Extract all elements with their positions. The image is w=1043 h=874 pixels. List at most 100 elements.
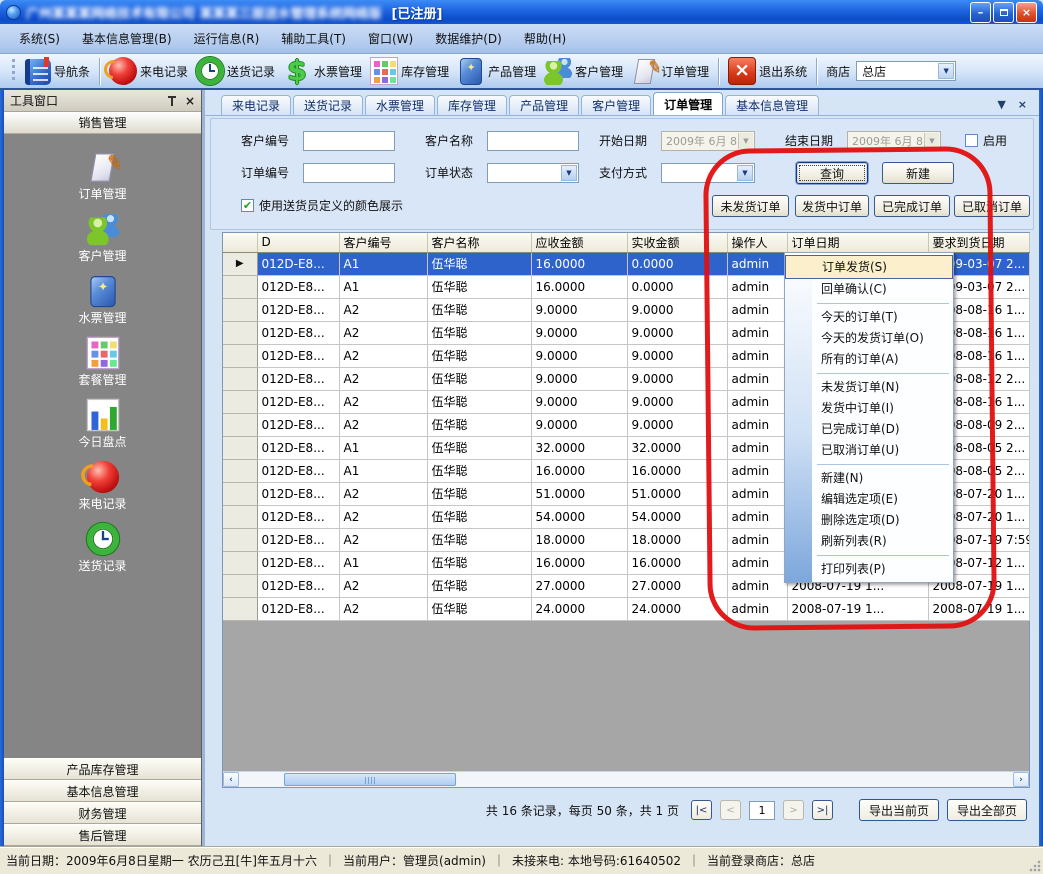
- row-selector-cell[interactable]: [223, 459, 257, 482]
- toolbar-button-people[interactable]: 客户管理: [540, 55, 627, 87]
- menu-item[interactable]: 帮助(H): [513, 27, 577, 50]
- sidebar-item-套餐管理[interactable]: 套餐管理: [4, 332, 201, 394]
- column-header[interactable]: 实收金额: [627, 233, 727, 252]
- toolbar-button-clock[interactable]: 送货记录: [192, 55, 279, 87]
- menu-item[interactable]: 运行信息(R): [183, 27, 271, 50]
- pay-method-select[interactable]: ▼: [661, 163, 755, 183]
- new-button[interactable]: 新建: [882, 162, 954, 184]
- resize-grip[interactable]: [1029, 860, 1041, 872]
- toolbar-button-navbook[interactable]: 导航条: [21, 56, 94, 87]
- end-date-picker[interactable]: 2009年 6月 8日 ▼: [847, 131, 941, 151]
- tab-水票管理[interactable]: 水票管理: [365, 95, 435, 115]
- context-menu-item[interactable]: 发货中订单(I): [785, 398, 953, 419]
- sidebar-section-sales[interactable]: 销售管理: [4, 112, 201, 134]
- toolbar-button-grid[interactable]: 库存管理: [366, 55, 453, 87]
- order-no-input[interactable]: [303, 163, 395, 183]
- next-page-button[interactable]: >: [783, 800, 804, 820]
- column-header[interactable]: 客户名称: [427, 233, 531, 252]
- table-row[interactable]: 012D-E8...A2伍华聪24.000024.0000admin2008-0…: [223, 597, 1029, 620]
- first-page-button[interactable]: |<: [691, 800, 712, 820]
- tab-订单管理[interactable]: 订单管理: [653, 92, 723, 115]
- toolbar-grip[interactable]: [12, 59, 15, 83]
- context-menu-item[interactable]: 已完成订单(D): [785, 419, 953, 440]
- toolbar-button-dollar[interactable]: $水票管理: [279, 55, 366, 87]
- menu-item[interactable]: 窗口(W): [357, 27, 424, 50]
- export-all-pages-button[interactable]: 导出全部页: [947, 799, 1027, 821]
- sidebar-section-基本信息管理[interactable]: 基本信息管理: [4, 780, 201, 802]
- customer-name-input[interactable]: [487, 131, 579, 151]
- row-selector-cell[interactable]: ▶: [223, 252, 257, 275]
- context-menu-item[interactable]: 新建(N): [785, 468, 953, 489]
- toolbar-button-product[interactable]: 产品管理: [453, 56, 540, 87]
- row-selector-cell[interactable]: [223, 505, 257, 528]
- context-menu-item[interactable]: 回单确认(C): [785, 279, 953, 300]
- color-display-checkbox[interactable]: ✔: [241, 199, 254, 212]
- row-selector-cell[interactable]: [223, 367, 257, 390]
- sidebar-section-财务管理[interactable]: 财务管理: [4, 802, 201, 824]
- sidebar-item-客户管理[interactable]: 客户管理: [4, 208, 201, 270]
- context-menu-item[interactable]: 打印列表(P): [785, 559, 953, 580]
- row-selector-cell[interactable]: [223, 482, 257, 505]
- toolbar-button-bell[interactable]: 来电记录: [105, 55, 192, 87]
- context-menu-item[interactable]: 今天的订单(T): [785, 307, 953, 328]
- column-header[interactable]: 应收金额: [531, 233, 627, 252]
- column-header[interactable]: 客户编号: [339, 233, 427, 252]
- export-current-page-button[interactable]: 导出当前页: [859, 799, 939, 821]
- row-selector-cell[interactable]: [223, 321, 257, 344]
- context-menu-item[interactable]: 刷新列表(R): [785, 531, 953, 552]
- context-menu-item[interactable]: 今天的发货订单(O): [785, 328, 953, 349]
- column-header[interactable]: [223, 233, 257, 252]
- customer-no-input[interactable]: [303, 131, 395, 151]
- page-number-input[interactable]: [749, 801, 775, 820]
- filter-button-unshipped[interactable]: 未发货订单: [712, 195, 789, 217]
- sidebar-item-水票管理[interactable]: 水票管理: [4, 270, 201, 332]
- context-menu-item[interactable]: 所有的订单(A): [785, 349, 953, 370]
- scroll-left-icon[interactable]: ‹: [223, 772, 239, 787]
- row-selector-cell[interactable]: [223, 597, 257, 620]
- tab-scroll-down-icon[interactable]: ▼: [997, 98, 1005, 111]
- sidebar-item-送货记录[interactable]: 送货记录: [4, 518, 201, 580]
- scroll-right-icon[interactable]: ›: [1013, 772, 1029, 787]
- scrollbar-thumb[interactable]: [284, 773, 456, 786]
- filter-button-shipping[interactable]: 发货中订单: [795, 195, 869, 217]
- pin-icon[interactable]: [167, 96, 177, 106]
- row-selector-cell[interactable]: [223, 528, 257, 551]
- row-selector-cell[interactable]: [223, 298, 257, 321]
- row-selector-cell[interactable]: [223, 390, 257, 413]
- menu-item[interactable]: 数据维护(D): [424, 27, 513, 50]
- tab-基本信息管理[interactable]: 基本信息管理: [725, 95, 819, 115]
- column-header[interactable]: 要求到货日期: [928, 233, 1029, 252]
- tab-送货记录[interactable]: 送货记录: [293, 95, 363, 115]
- row-selector-cell[interactable]: [223, 413, 257, 436]
- sidebar-item-订单管理[interactable]: 订单管理: [4, 146, 201, 208]
- horizontal-scrollbar[interactable]: ‹ ›: [223, 771, 1029, 787]
- menu-item[interactable]: 辅助工具(T): [270, 27, 357, 50]
- column-header[interactable]: 订单日期: [787, 233, 928, 252]
- sidebar-section-产品库存管理[interactable]: 产品库存管理: [4, 758, 201, 780]
- filter-button-cancelled[interactable]: 已取消订单: [954, 195, 1030, 217]
- sidebar-item-来电记录[interactable]: 来电记录: [4, 456, 201, 518]
- close-button-icon[interactable]: ×: [1016, 2, 1037, 23]
- row-selector-cell[interactable]: [223, 275, 257, 298]
- menu-item[interactable]: 基本信息管理(B): [71, 27, 183, 50]
- query-button[interactable]: 查询: [796, 162, 868, 184]
- menu-item[interactable]: 系统(S): [8, 27, 71, 50]
- context-menu-item[interactable]: 已取消订单(U): [785, 440, 953, 461]
- enable-checkbox[interactable]: [965, 134, 978, 147]
- context-menu-item[interactable]: 删除选定项(D): [785, 510, 953, 531]
- sidebar-section-售后管理[interactable]: 售后管理: [4, 824, 201, 846]
- tab-来电记录[interactable]: 来电记录: [221, 95, 291, 115]
- row-selector-cell[interactable]: [223, 344, 257, 367]
- context-menu-item[interactable]: 未发货订单(N): [785, 377, 953, 398]
- shop-select[interactable]: 总店▼: [856, 61, 956, 81]
- row-selector-cell[interactable]: [223, 551, 257, 574]
- order-status-select[interactable]: ▼: [487, 163, 579, 183]
- context-menu-item[interactable]: 订单发货(S): [785, 255, 953, 279]
- last-page-button[interactable]: >|: [812, 800, 833, 820]
- filter-button-completed[interactable]: 已完成订单: [874, 195, 950, 217]
- tab-close-icon[interactable]: ×: [1018, 98, 1027, 111]
- start-date-picker[interactable]: 2009年 6月 8日 ▼: [661, 131, 755, 151]
- column-header[interactable]: D: [257, 233, 339, 252]
- column-header[interactable]: 操作人: [727, 233, 787, 252]
- minimize-button-icon[interactable]: –: [970, 2, 991, 23]
